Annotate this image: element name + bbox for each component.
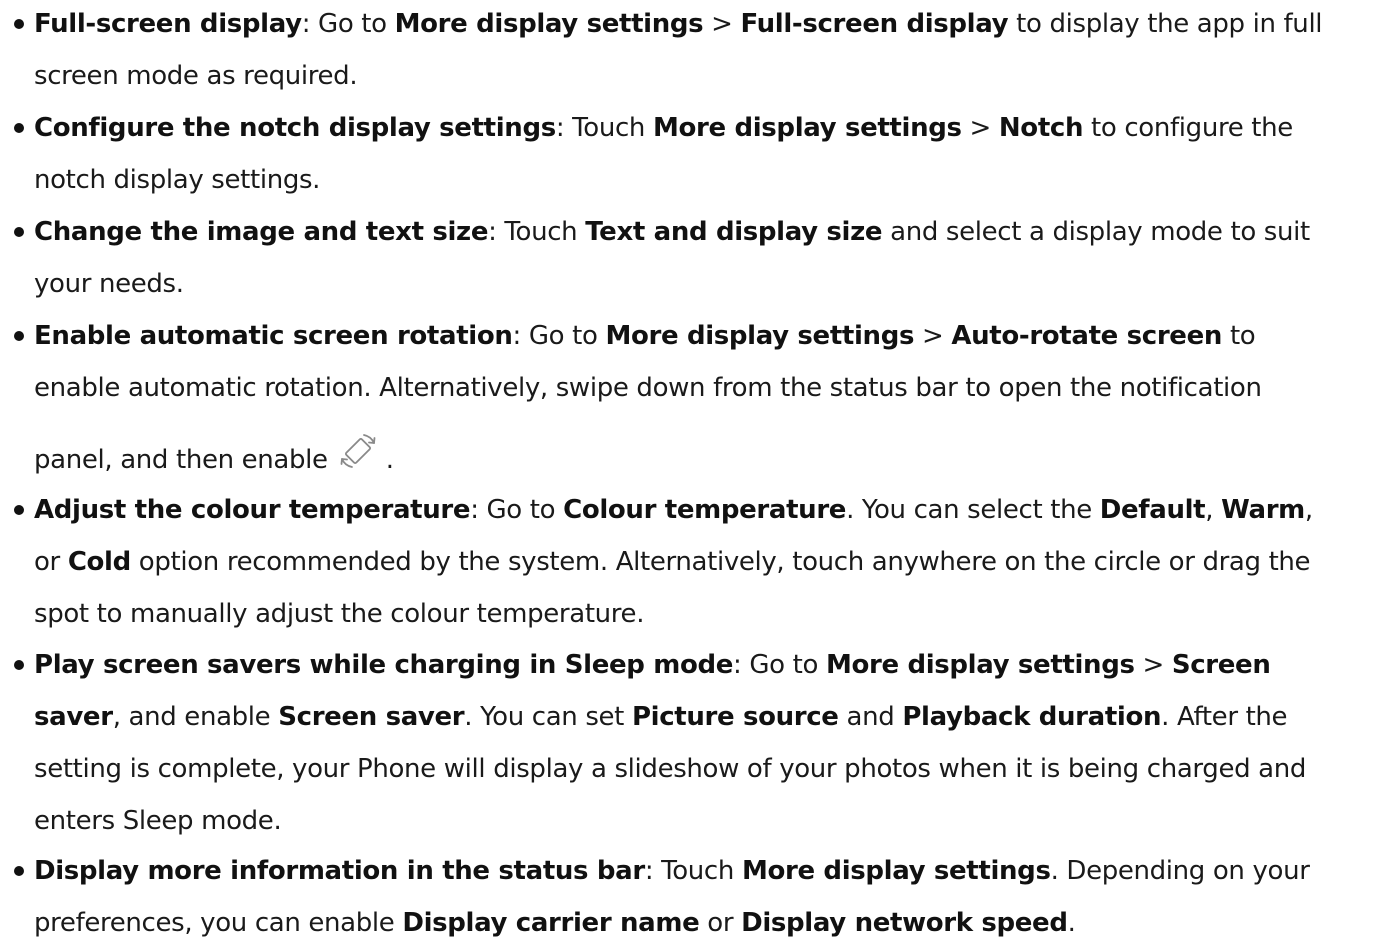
bold-term: More display settings	[605, 321, 915, 351]
list-item-line: Enable automatic screen rotation: Go to …	[34, 316, 1256, 356]
bold-term: More display settings	[394, 9, 704, 39]
text-run: : Touch	[488, 217, 586, 247]
text-run: to configure the	[1083, 113, 1293, 143]
text-run: to	[1222, 321, 1256, 351]
text-run: option recommended by the system. Altern…	[130, 547, 1311, 577]
bold-term: Full-screen display	[34, 9, 302, 39]
bold-term: Display network speed	[741, 908, 1068, 938]
bullet-dot	[14, 505, 24, 515]
bold-term: More display settings	[825, 650, 1135, 680]
text-run: notch display settings.	[34, 165, 321, 195]
list-item-line: panel, and then enable.	[34, 432, 394, 475]
list-item-line: Adjust the colour temperature: Go to Col…	[34, 490, 1313, 530]
list-item-line: enable automatic rotation. Alternatively…	[34, 368, 1262, 408]
auto-rotate-icon	[338, 432, 380, 472]
bold-term: saver	[34, 702, 113, 732]
text-run: setting is complete, your Phone will dis…	[34, 754, 1307, 784]
list-item-line: enters Sleep mode.	[34, 801, 282, 841]
list-item-line: notch display settings.	[34, 160, 320, 200]
list-item-line: setting is complete, your Phone will dis…	[34, 749, 1306, 789]
text-run: >	[961, 113, 999, 143]
text-run: >	[703, 9, 741, 39]
bullet-dot	[14, 866, 24, 876]
text-run: . You can set	[464, 702, 632, 732]
bold-term: Full-screen display	[740, 9, 1009, 39]
text-run: to display the app in full	[1008, 9, 1323, 39]
bold-term: Playback duration	[902, 702, 1162, 732]
list-item-line: screen mode as required.	[34, 56, 358, 96]
list-item-line: or Cold option recommended by the system…	[34, 542, 1311, 582]
text-run: >	[1134, 650, 1172, 680]
bold-term: Display more information in the status b…	[34, 856, 645, 886]
bold-term: Enable automatic screen rotation	[34, 321, 513, 351]
text-run: , and enable	[112, 702, 279, 732]
text-run: panel, and then enable	[34, 445, 328, 475]
bold-term: Display carrier name	[402, 908, 700, 938]
bold-term: More display settings	[741, 856, 1051, 886]
bullet-dot	[14, 19, 24, 29]
text-run: : Go to	[733, 650, 826, 680]
bullet-dot	[14, 331, 24, 341]
list-item-line: Display more information in the status b…	[34, 851, 1310, 891]
bold-term: Configure the notch display settings	[34, 113, 556, 143]
list-item-line: your needs.	[34, 264, 184, 304]
list-item-line: Play screen savers while charging in Sle…	[34, 645, 1271, 685]
text-run: spot to manually adjust the colour tempe…	[34, 599, 645, 629]
text-run: ,	[1205, 495, 1222, 525]
text-run: . After the	[1161, 702, 1288, 732]
text-run: ,	[1304, 495, 1313, 525]
bold-term: Text and display size	[585, 217, 883, 247]
text-run: : Touch	[555, 113, 653, 143]
text-run: or	[699, 908, 742, 938]
text-run: your needs.	[34, 269, 184, 299]
text-run: >	[914, 321, 952, 351]
bold-term: Default	[1099, 495, 1206, 525]
list-item-line: Change the image and text size: Touch Te…	[34, 212, 1310, 252]
text-run: : Go to	[301, 9, 395, 39]
text-run: . Depending on your	[1050, 856, 1310, 886]
text-run: .	[385, 445, 394, 475]
bold-term: Cold	[67, 547, 131, 577]
text-run: preferences, you can enable	[34, 908, 403, 938]
bold-term: Picture source	[631, 702, 839, 732]
bold-term: Warm	[1221, 495, 1305, 525]
text-run: enters Sleep mode.	[34, 806, 282, 836]
bold-term: Adjust the colour temperature	[34, 495, 471, 525]
bold-term: Change the image and text size	[34, 217, 489, 247]
list-item-line: Configure the notch display settings: To…	[34, 108, 1293, 148]
text-run: and	[838, 702, 903, 732]
bullet-dot	[14, 660, 24, 670]
bold-term: Notch	[998, 113, 1084, 143]
text-run: : Touch	[644, 856, 742, 886]
list-item-line: spot to manually adjust the colour tempe…	[34, 594, 644, 634]
text-run: .	[1067, 908, 1076, 938]
bullet-dot	[14, 123, 24, 133]
bold-term: More display settings	[652, 113, 962, 143]
text-run: or	[34, 547, 68, 577]
text-run: enable automatic rotation. Alternatively…	[34, 373, 1262, 403]
text-run: : Go to	[470, 495, 564, 525]
bold-term: Auto-rotate screen	[951, 321, 1223, 351]
list-item-line: Full-screen display: Go to More display …	[34, 4, 1323, 44]
bold-term: Colour temperature	[563, 495, 847, 525]
bold-term: Screen saver	[278, 702, 465, 732]
bullet-dot	[14, 227, 24, 237]
text-run: . You can select the	[846, 495, 1100, 525]
text-run: screen mode as required.	[34, 61, 358, 91]
bold-term: Play screen savers while charging in Sle…	[34, 650, 734, 680]
bold-term: Screen	[1171, 650, 1271, 680]
text-run: and select a display mode to suit	[882, 217, 1310, 247]
list-item-line: saver, and enable Screen saver. You can …	[34, 697, 1288, 737]
list-item-line: preferences, you can enable Display carr…	[34, 903, 1076, 943]
text-run: : Go to	[512, 321, 606, 351]
